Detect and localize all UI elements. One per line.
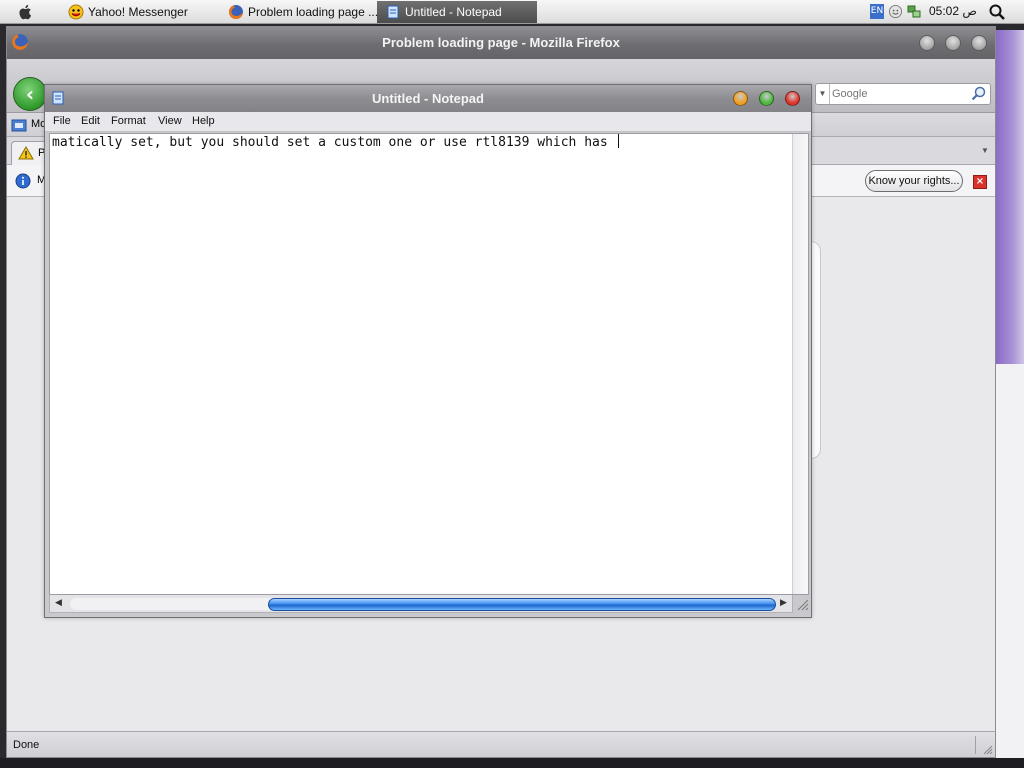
vertical-scrollbar[interactable] — [792, 134, 808, 594]
taskbar-item-notepad[interactable]: Untitled - Notepad — [377, 1, 537, 23]
menu-file[interactable]: File — [53, 115, 71, 127]
text-caret — [617, 134, 619, 148]
status-bar: Done — [7, 731, 995, 757]
spotlight-search-icon[interactable] — [988, 3, 1006, 21]
notepad-titlebar[interactable]: Untitled - Notepad — [45, 85, 811, 112]
close-button[interactable] — [785, 91, 800, 106]
zoom-button[interactable] — [759, 91, 774, 106]
search-engine-dropdown-icon[interactable]: ▼ — [816, 84, 830, 104]
firefox-icon — [229, 5, 243, 19]
search-input[interactable] — [832, 85, 968, 103]
taskbar-item-label: Problem loading page ... — [248, 5, 379, 19]
resize-grip-icon[interactable] — [795, 597, 809, 611]
scroll-right-icon[interactable]: ▶ — [780, 598, 787, 608]
scroll-thumb[interactable] — [267, 598, 776, 611]
desktop-background — [996, 30, 1024, 764]
minimize-button[interactable] — [919, 35, 935, 51]
zoom-button[interactable] — [945, 35, 961, 51]
firefox-icon — [12, 34, 28, 50]
tab-list-dropdown-icon[interactable]: ▼ — [977, 141, 993, 161]
notepad-icon — [387, 5, 399, 19]
apple-menu-icon[interactable] — [16, 3, 36, 21]
network-tray-icon[interactable] — [906, 3, 922, 19]
clock[interactable]: 05:02 ص — [929, 4, 977, 18]
search-icon[interactable] — [970, 85, 988, 103]
text-editor[interactable]: matically set, but you should set a cust… — [49, 133, 809, 595]
scroll-left-icon[interactable]: ◀ — [55, 598, 62, 608]
menu-view[interactable]: View — [158, 115, 182, 127]
firefox-titlebar[interactable]: Problem loading page - Mozilla Firefox — [7, 27, 995, 59]
menu-bar: File Edit Format View Help — [45, 112, 811, 132]
back-arrow-icon: ‹ — [25, 82, 35, 106]
status-divider — [975, 736, 976, 754]
taskbar-item-label: Untitled - Notepad — [405, 5, 502, 19]
info-icon — [15, 173, 31, 189]
horizontal-scrollbar[interactable]: ◀ ▶ — [49, 595, 793, 613]
menu-help[interactable]: Help — [192, 115, 215, 127]
minimize-button[interactable] — [733, 91, 748, 106]
resize-grip-icon[interactable] — [981, 743, 993, 755]
notepad-icon — [52, 91, 64, 105]
close-button[interactable] — [971, 35, 987, 51]
window-title: Problem loading page - Mozilla Firefox — [382, 35, 620, 50]
desktop-dock-strip — [0, 758, 1024, 768]
bookmark-folder-icon — [11, 119, 27, 132]
search-bar[interactable]: ▼ — [815, 83, 991, 105]
taskbar-item-firefox[interactable]: Problem loading page ... — [220, 1, 388, 23]
yahoo-messenger-icon — [68, 4, 84, 20]
editor-text: matically set, but you should set a cust… — [52, 135, 616, 150]
window-title: Untitled - Notepad — [372, 91, 484, 106]
taskbar-item-label: Yahoo! Messenger — [88, 5, 188, 19]
close-notification-icon[interactable]: × — [973, 175, 987, 189]
back-button[interactable]: ‹ — [13, 77, 47, 111]
editor-content[interactable]: matically set, but you should set a cust… — [52, 134, 788, 594]
know-your-rights-button[interactable]: Know your rights... — [865, 170, 963, 192]
status-text: Done — [13, 739, 40, 751]
top-taskbar: Yahoo! Messenger Problem loading page ..… — [0, 0, 1024, 24]
warning-icon — [18, 146, 34, 160]
taskbar-item-yahoo-messenger[interactable]: Yahoo! Messenger — [60, 1, 198, 23]
smiley-tray-icon[interactable] — [888, 4, 903, 19]
menu-format[interactable]: Format — [111, 115, 146, 127]
language-indicator[interactable]: EN — [870, 4, 884, 19]
notepad-window: Untitled - Notepad File Edit Format View… — [44, 84, 812, 618]
menu-edit[interactable]: Edit — [81, 115, 100, 127]
